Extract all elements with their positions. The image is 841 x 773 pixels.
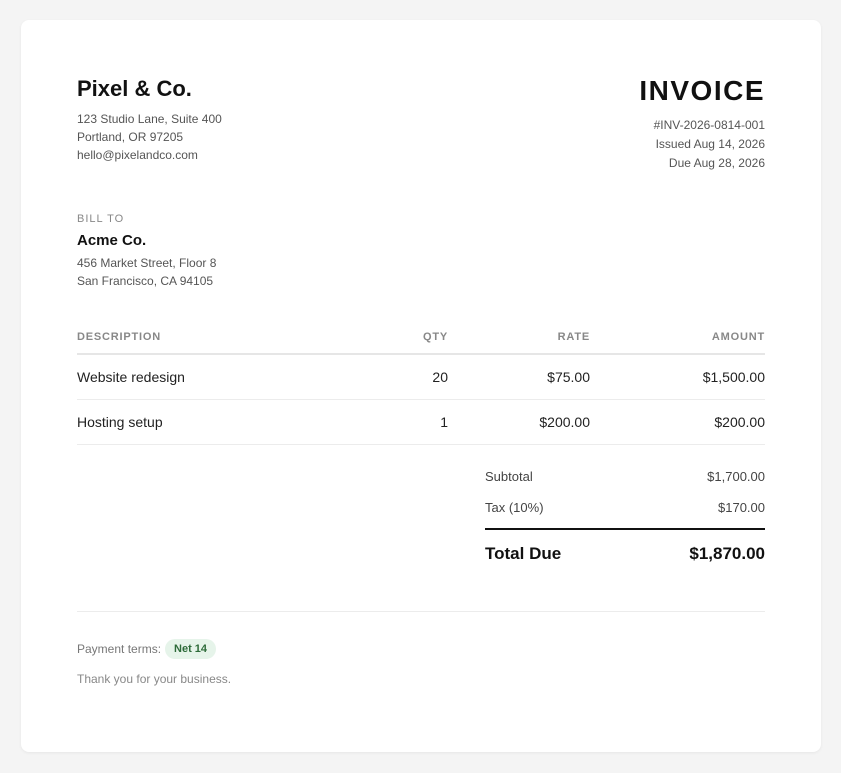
company-block: Pixel & Co. 123 Studio Lane, Suite 400 P… bbox=[77, 76, 222, 164]
table-row: Website redesign 20 $75.00 $1,500.00 bbox=[77, 354, 765, 400]
column-header-qty: QTY bbox=[337, 325, 448, 355]
invoice-content: Pixel & Co. 123 Studio Lane, Suite 400 P… bbox=[77, 76, 765, 686]
tax-value: $170.00 bbox=[718, 499, 765, 515]
item-qty: 20 bbox=[337, 354, 448, 400]
company-address-line1: 123 Studio Lane, Suite 400 bbox=[77, 112, 222, 126]
thank-you-note: Thank you for your business. bbox=[77, 671, 232, 686]
company-name: Pixel & Co. bbox=[77, 76, 192, 101]
invoice-header: Pixel & Co. 123 Studio Lane, Suite 400 P… bbox=[77, 76, 765, 173]
subtotal-value: $1,700.00 bbox=[707, 468, 765, 484]
item-rate: $75.00 bbox=[448, 354, 590, 400]
invoice-meta-block: INVOICE #INV-2026-0814-001 Issued Aug 14… bbox=[639, 76, 765, 173]
column-header-description: DESCRIPTION bbox=[77, 325, 337, 355]
invoice-issued-date: Issued Aug 14, 2026 bbox=[655, 137, 765, 151]
tax-row: Tax (10%) $170.00 bbox=[485, 499, 765, 516]
item-qty: 1 bbox=[337, 399, 448, 445]
payment-terms-badge: Net 14 bbox=[165, 638, 217, 659]
item-amount: $200.00 bbox=[590, 399, 765, 445]
payment-terms-label: Payment terms: bbox=[77, 641, 162, 656]
tax-label: Tax (10%) bbox=[485, 499, 544, 515]
company-address: 123 Studio Lane, Suite 400 Portland, OR … bbox=[77, 110, 222, 164]
bill-to-address: 456 Market Street, Floor 8 San Francisco… bbox=[77, 254, 765, 290]
bill-to-block: BILL TO Acme Co. 456 Market Street, Floo… bbox=[77, 212, 765, 290]
bill-to-address-line2: San Francisco, CA 94105 bbox=[77, 274, 214, 288]
bill-to-name: Acme Co. bbox=[77, 232, 147, 249]
column-header-rate: RATE bbox=[448, 325, 590, 355]
company-email: hello@pixelandco.com bbox=[77, 148, 198, 162]
total-due-value: $1,870.00 bbox=[689, 543, 765, 563]
item-description: Website redesign bbox=[77, 354, 337, 400]
invoice-due-date: Due Aug 28, 2026 bbox=[668, 156, 765, 170]
invoice-title: INVOICE bbox=[639, 75, 765, 106]
footer-divider bbox=[77, 610, 765, 612]
totals-block: Subtotal $1,700.00 Tax (10%) $170.00 Tot… bbox=[485, 468, 765, 564]
item-rate: $200.00 bbox=[448, 399, 590, 445]
company-address-line2: Portland, OR 97205 bbox=[77, 130, 184, 144]
invoice-number: #INV-2026-0814-001 bbox=[653, 118, 765, 132]
total-due-label: Total Due bbox=[485, 543, 562, 563]
invoice-meta: #INV-2026-0814-001 Issued Aug 14, 2026 D… bbox=[639, 116, 765, 173]
bill-to-address-line1: 456 Market Street, Floor 8 bbox=[77, 256, 217, 270]
item-amount: $1,500.00 bbox=[590, 354, 765, 400]
item-description: Hosting setup bbox=[77, 399, 337, 445]
table-row: Hosting setup 1 $200.00 $200.00 bbox=[77, 399, 765, 445]
line-items-table: DESCRIPTION QTY RATE AMOUNT Website rede… bbox=[77, 325, 765, 445]
invoice-card: Pixel & Co. 123 Studio Lane, Suite 400 P… bbox=[21, 20, 821, 752]
subtotal-row: Subtotal $1,700.00 bbox=[485, 468, 765, 485]
column-header-amount: AMOUNT bbox=[590, 325, 765, 355]
table-header-row: DESCRIPTION QTY RATE AMOUNT bbox=[77, 325, 765, 355]
payment-terms: Payment terms: Net 14 bbox=[77, 638, 765, 659]
subtotal-label: Subtotal bbox=[485, 468, 533, 484]
total-due-row: Total Due $1,870.00 bbox=[485, 527, 765, 564]
bill-to-label: BILL TO bbox=[77, 213, 125, 225]
